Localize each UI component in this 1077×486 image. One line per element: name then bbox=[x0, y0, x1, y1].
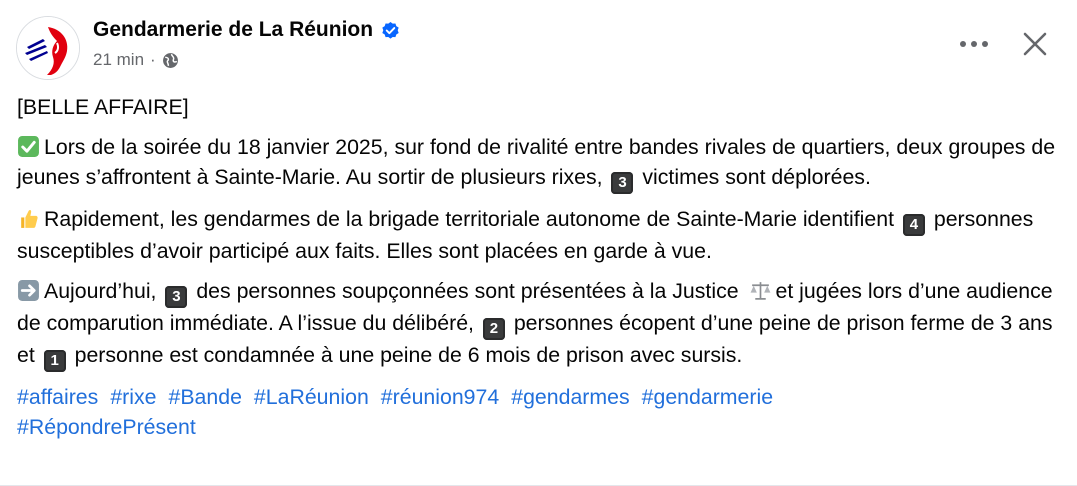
paragraph-1-text-a: Lors de la soirée du 18 janvier 2025, su… bbox=[17, 135, 1056, 189]
keycap-2-icon: 2 bbox=[482, 318, 505, 340]
keycap-1-icon: 1 bbox=[43, 350, 66, 372]
hashtag-link[interactable]: #réunion974 bbox=[381, 385, 499, 409]
check-mark-icon bbox=[18, 136, 39, 157]
post-paragraph-3: Aujourd’hui, 3 des personnes soupçonnées… bbox=[17, 276, 1067, 372]
more-options-button[interactable] bbox=[957, 30, 991, 58]
post-title: [BELLE AFFAIRE] bbox=[17, 95, 189, 119]
post-body: [BELLE AFFAIRE] Lors de la soirée du 18 … bbox=[17, 92, 1067, 442]
right-arrow-icon bbox=[18, 280, 39, 301]
page-name-row: Gendarmerie de La Réunion bbox=[93, 18, 400, 42]
paragraph-3-text-a: Aujourd’hui, bbox=[44, 279, 157, 303]
post-header: Gendarmerie de La Réunion 21 min · bbox=[16, 16, 1077, 80]
hashtag-link[interactable]: #affaires bbox=[17, 385, 98, 409]
paragraph-1-text-b: victimes sont déplorées. bbox=[642, 165, 871, 189]
close-icon bbox=[1023, 32, 1047, 56]
paragraph-3-text-b: des personnes soupçonnées sont présentée… bbox=[196, 279, 739, 303]
close-button[interactable] bbox=[1019, 28, 1051, 60]
post-paragraph-1: Lors de la soirée du 18 janvier 2025, su… bbox=[17, 132, 1067, 194]
balance-scale-icon bbox=[750, 282, 770, 300]
meta-separator: · bbox=[150, 50, 156, 69]
keycap-4-icon: 4 bbox=[902, 214, 925, 236]
post-paragraph-2: Rapidement, les gendarmes de la brigade … bbox=[17, 204, 1067, 266]
hashtag-link[interactable]: #Bande bbox=[168, 385, 241, 409]
hashtag-link[interactable]: #gendarmes bbox=[511, 385, 629, 409]
marianne-logo bbox=[17, 17, 79, 79]
post-time[interactable]: 21 min bbox=[93, 50, 144, 70]
hashtag-link[interactable]: #rixe bbox=[110, 385, 156, 409]
paragraph-2-text-a: Rapidement, les gendarmes de la brigade … bbox=[44, 207, 894, 231]
keycap-3-icon: 3 bbox=[611, 172, 634, 194]
hashtag-link[interactable]: #RépondrePrésent bbox=[17, 415, 196, 439]
paragraph-3-text-e: personne est condamnée à une peine de 6 … bbox=[74, 343, 743, 367]
hashtag-list: #affaires #rixe #Bande #LaRéunion #réunion97… bbox=[17, 382, 1067, 442]
page-name[interactable]: Gendarmerie de La Réunion bbox=[93, 18, 373, 42]
post-meta: 21 min · bbox=[93, 50, 179, 70]
hashtag-link[interactable]: #LaRéunion bbox=[254, 385, 369, 409]
globe-icon[interactable] bbox=[162, 52, 179, 69]
thumbs-up-icon bbox=[21, 210, 38, 228]
more-options-icon bbox=[960, 41, 988, 47]
hashtag-link[interactable]: #gendarmerie bbox=[642, 385, 773, 409]
keycap-3-icon: 3 bbox=[165, 286, 188, 308]
verified-badge-icon bbox=[382, 21, 399, 39]
avatar[interactable] bbox=[16, 16, 80, 80]
